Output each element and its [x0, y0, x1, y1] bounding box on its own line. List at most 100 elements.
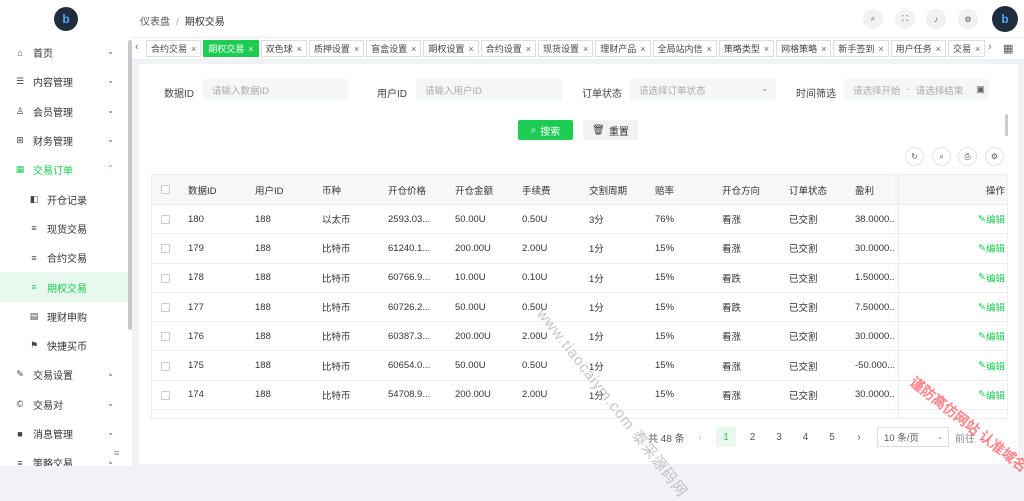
breadcrumb-home[interactable]: 仪表盘	[140, 17, 170, 28]
tab-12[interactable]: 新手签到×	[833, 40, 888, 57]
tab-3[interactable]: 质押设置×	[309, 40, 364, 57]
table-scrollbar[interactable]	[1005, 114, 1008, 136]
sidebar-scrollbar[interactable]	[128, 40, 132, 330]
search-button[interactable]: ⌕搜索	[518, 120, 573, 140]
page-size-select[interactable]: 10 条/页⌄	[877, 427, 949, 447]
tab-10[interactable]: 策略类型×	[719, 40, 774, 57]
close-icon[interactable]: ×	[468, 44, 473, 54]
avatar[interactable]: b	[992, 6, 1018, 32]
sidebar-item-0[interactable]: ⌂首页⌄	[0, 38, 132, 67]
tab-5[interactable]: 期权设置×	[423, 40, 478, 57]
sidebar-item-1[interactable]: ☰内容管理⌄	[0, 67, 132, 96]
tabs-menu-icon[interactable]: ▦	[1003, 42, 1013, 55]
logo[interactable]: b	[0, 0, 132, 38]
sidebar-item-9[interactable]: ▤理财申购	[0, 302, 132, 331]
print-icon[interactable]: ⎙	[958, 147, 977, 166]
edit-button[interactable]: ✎编辑	[898, 205, 1008, 233]
row-checkbox[interactable]	[161, 274, 170, 283]
row-checkbox[interactable]	[161, 244, 170, 253]
page-3[interactable]: 3	[769, 427, 789, 447]
close-icon[interactable]: ×	[936, 44, 941, 54]
tab-13[interactable]: 用户任务×	[891, 40, 946, 57]
sidebar-item-8[interactable]: ≡期权交易	[0, 272, 132, 301]
page-2[interactable]: 2	[743, 427, 763, 447]
page-5[interactable]: 5	[822, 427, 842, 447]
close-icon[interactable]: ×	[707, 44, 712, 54]
tab-1[interactable]: 期权交易×	[203, 40, 258, 57]
tab-8[interactable]: 理财产品×	[595, 40, 650, 57]
next-page-icon[interactable]: ›	[851, 427, 867, 447]
edit-icon: ✎	[978, 302, 986, 313]
close-icon[interactable]: ×	[764, 44, 769, 54]
cell-amount: 50.00U	[455, 352, 518, 380]
close-icon[interactable]: ×	[821, 44, 826, 54]
refresh-icon[interactable]: ↻	[905, 147, 924, 166]
chevron-down-icon: ⌄	[107, 428, 114, 437]
sidebar-item-14[interactable]: ≡策略交易⌄	[0, 448, 132, 466]
close-icon[interactable]: ×	[411, 44, 416, 54]
page-4[interactable]: 4	[796, 427, 816, 447]
collapse-sidebar-icon[interactable]: ≡	[114, 448, 119, 458]
search-icon[interactable]: ⌕	[863, 9, 883, 29]
close-icon[interactable]: ×	[526, 44, 531, 54]
tab-11[interactable]: 网格策略×	[776, 40, 831, 57]
tab-4[interactable]: 盲盒设置×	[366, 40, 421, 57]
data-id-input[interactable]: 请输入数据ID	[203, 79, 348, 100]
sidebar-item-12[interactable]: ©交易对⌄	[0, 390, 132, 419]
close-icon[interactable]: ×	[878, 44, 883, 54]
tab-2[interactable]: 双色球×	[261, 40, 307, 57]
settings-icon[interactable]: ⚙	[985, 147, 1004, 166]
close-icon[interactable]: ×	[583, 44, 588, 54]
row-checkbox[interactable]	[161, 332, 170, 341]
tab-0[interactable]: 合约交易×	[146, 40, 201, 57]
edit-button[interactable]: ✎编辑	[898, 264, 1008, 292]
close-icon[interactable]: ×	[248, 44, 253, 54]
chevron-right-icon[interactable]: ›	[988, 41, 992, 53]
close-icon[interactable]: ×	[975, 44, 980, 54]
fullscreen-icon[interactable]: ⛶	[895, 9, 915, 29]
sidebar-item-5[interactable]: ◧开仓记录	[0, 184, 132, 213]
reset-button[interactable]: 🗑重置	[583, 120, 638, 140]
settings-icon[interactable]: ⚙	[958, 9, 978, 29]
row-checkbox[interactable]	[161, 362, 170, 371]
row-checkbox[interactable]	[161, 391, 170, 400]
close-icon[interactable]: ×	[640, 44, 645, 54]
close-icon[interactable]: ×	[354, 44, 359, 54]
tab-6[interactable]: 合约设置×	[481, 40, 536, 57]
order-status-select[interactable]: 请选择订单状态⌄	[630, 79, 776, 100]
chevron-left-icon[interactable]: ‹	[135, 41, 139, 53]
bell-icon[interactable]: ♪	[926, 9, 946, 29]
cell-odds: 15%	[655, 352, 718, 380]
edit-button[interactable]: ✎编辑	[898, 322, 1008, 350]
cell-id: 177	[188, 293, 251, 321]
cell-profit: 30.0000...	[855, 322, 894, 350]
sidebar-item-6[interactable]: ≡现货交易	[0, 214, 132, 243]
sidebar-item-11[interactable]: ✎交易设置⌄	[0, 360, 132, 389]
sidebar-item-4[interactable]: ▦交易订单⌃	[0, 155, 132, 184]
tab-14[interactable]: 交易 ×	[948, 40, 985, 57]
select-all-checkbox[interactable]	[161, 185, 170, 194]
sidebar-item-7[interactable]: ≡合约交易	[0, 243, 132, 272]
date-range-picker[interactable]: 请选择开始-请选择结束▣	[844, 79, 989, 100]
search-icon[interactable]: ⌕	[932, 147, 951, 166]
prev-page-icon[interactable]: ‹	[692, 427, 708, 447]
cell-profit: 7.50000...	[855, 293, 894, 321]
row-checkbox[interactable]	[161, 215, 170, 224]
sidebar-item-3[interactable]: ⊞财务管理⌄	[0, 126, 132, 155]
tab-7[interactable]: 现货设置×	[538, 40, 593, 57]
edit-button[interactable]: ✎编辑	[898, 293, 1008, 321]
sidebar-item-2[interactable]: ♙会员管理⌄	[0, 97, 132, 126]
tab-label: 交易	[953, 42, 971, 55]
sidebar-item-10[interactable]: ⚑快捷买币	[0, 331, 132, 360]
sidebar-item-13[interactable]: ■消息管理⌄	[0, 419, 132, 448]
row-checkbox[interactable]	[161, 303, 170, 312]
page-1[interactable]: 1	[716, 427, 736, 447]
list-icon: ☰	[14, 76, 26, 87]
close-icon[interactable]: ×	[191, 44, 196, 54]
edit-button[interactable]: ✎编辑	[898, 234, 1008, 262]
close-icon[interactable]: ×	[297, 44, 302, 54]
column-header: 用户ID	[255, 175, 284, 204]
user-id-input[interactable]: 请输入用户ID	[416, 79, 562, 100]
menu-icon: ≡	[28, 223, 40, 233]
tab-9[interactable]: 全局站内信×	[653, 40, 717, 57]
